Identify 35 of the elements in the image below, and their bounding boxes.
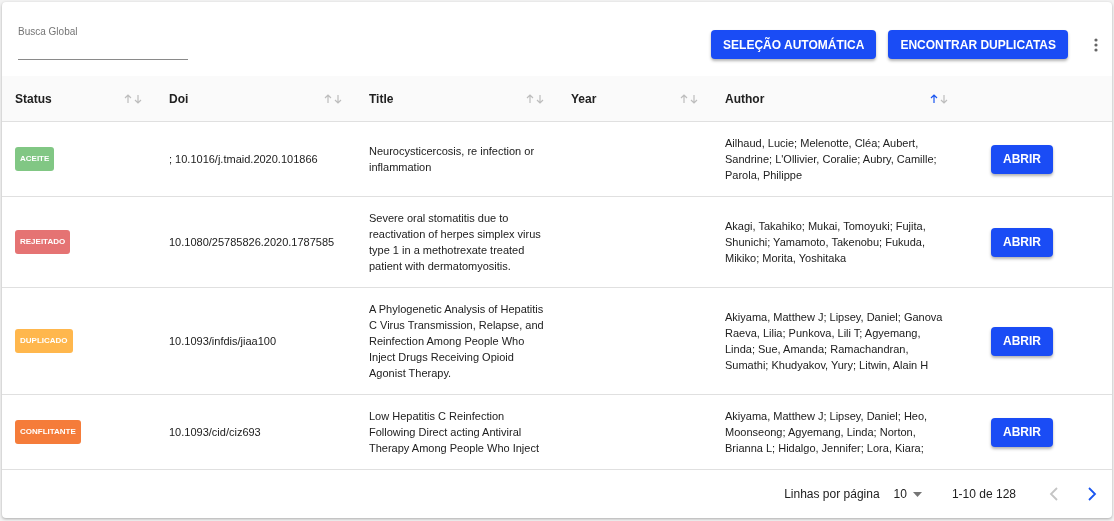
column-header[interactable]: Author (725, 89, 765, 108)
open-button[interactable]: ABRIR (991, 144, 1053, 174)
action-button[interactable]: ENCONTRAR DUPLICATAS (888, 30, 1068, 59)
chevron-right-icon[interactable] (1087, 487, 1097, 501)
title-text: Low Hepatitis C Reinfection Following Direct acting Antiviral Therapy Among People Who Inject (369, 410, 539, 454)
column-header[interactable]: Status (15, 89, 52, 108)
column-header[interactable]: Doi (169, 89, 189, 108)
author-text: Ailhaud, Lucie; Melenotte, Cléa; Aubert, Sandrine; L'Ollivier, Coralie; Aubry, Camille; Parola, Philippe (725, 137, 937, 181)
open-button[interactable]: ABRIR (991, 227, 1053, 257)
column-header[interactable]: Title (369, 89, 394, 108)
action-button[interactable]: SELEÇÃO AUTOMÁTICA (711, 30, 877, 59)
title-text: Severe oral stomatitis due to reactivation of herpes simplex virus type 1 in a methotrexate treated patient with dermatomyositis. (369, 212, 541, 272)
open-button[interactable]: ABRIR (991, 417, 1053, 447)
status-badge: CONFLITANTE (15, 420, 81, 444)
search-field[interactable]: Busca Global (18, 24, 188, 60)
open-button[interactable]: ABRIR (991, 326, 1053, 356)
rows-per-page-select[interactable]: 10 (893, 485, 922, 503)
status-badge: ACEITE (15, 147, 55, 171)
status-badge: REJEITADO (15, 230, 71, 254)
doi-text: 10.1093/infdis/jiaa100 (169, 335, 277, 347)
author-text: Akiyama, Matthew J; Lipsey, Daniel; Ganova Raeva, Lilia; Punkova, Lili T; Agyemang, Linda; Sue, Amanda; Ramachandran, Sumathi; Khudyakov, Yury; Litwin, Alain H (725, 311, 943, 371)
dropdown-caret-icon[interactable] (912, 491, 922, 497)
author-text: Akagi, Takahiko; Mukai, Tomoyuki; Fujita, Shunichi; Yamamoto, Takenobu; Fukuda, Mikiko; Morita, Yoshitaka (725, 220, 926, 264)
sort-arrows-icon[interactable] (930, 93, 950, 104)
doi-text: ; 10.1016/j.tmaid.2020.101866 (169, 153, 318, 165)
doi-text: 10.1080/25785826.2020.1787585 (169, 236, 335, 248)
title-text: Neurocysticercosis, re infection or inflammation (369, 145, 535, 173)
rows-per-page-label: Linhas por página (784, 486, 880, 503)
status-badge: DUPLICADO (15, 329, 73, 353)
title-text: A Phylogenetic Analysis of Hepatitis C Virus Transmission, Relapse, and Reinfection Among People Who Inject Drugs Receiving Opioid Agonist Therapy. (369, 303, 544, 379)
doi-text: 10.1093/cid/ciz693 (169, 426, 261, 438)
column-header[interactable]: Year (571, 89, 597, 108)
page-range: 1-10 de 128 (951, 486, 1016, 503)
author-text: Akiyama, Matthew J; Lipsey, Daniel; Heo, Moonseong; Agyemang, Linda; Norton, Brianna L; Hidalgo, Jennifer; Lora, Kiara; (725, 410, 928, 454)
more-options-icon[interactable] (1094, 37, 1098, 52)
